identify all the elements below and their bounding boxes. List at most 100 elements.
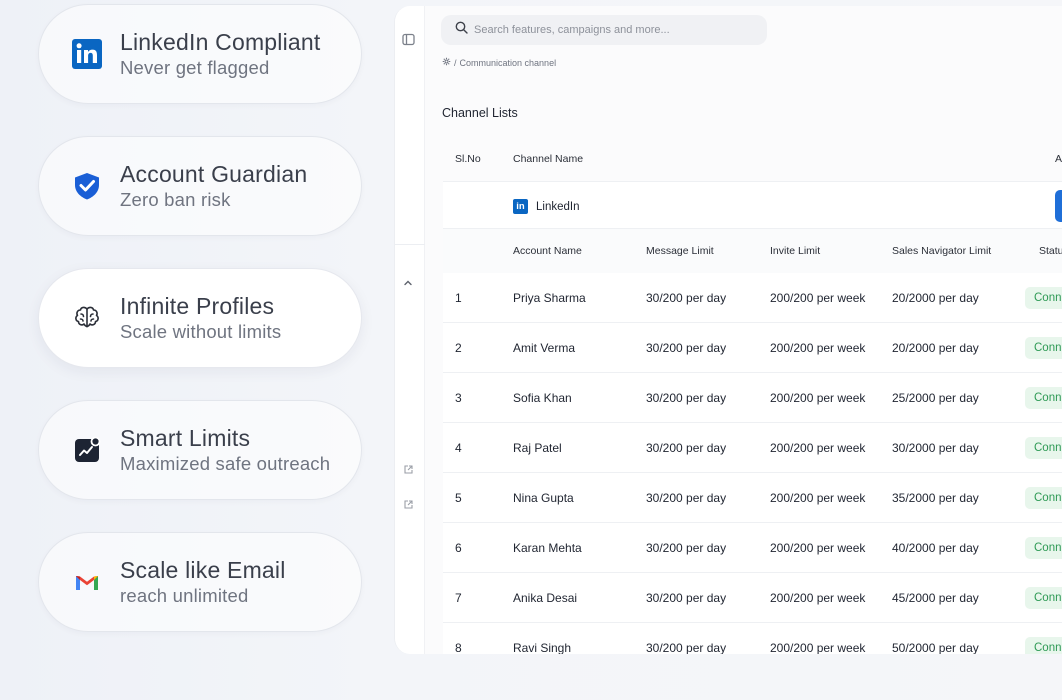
- row-sl-no: 7: [455, 591, 462, 605]
- sidebar-divider: [395, 244, 425, 245]
- table-row[interactable]: 4 Raj Patel 30/200 per day 200/200 per w…: [443, 423, 1062, 473]
- row-message-limit: 30/200 per day: [646, 541, 727, 555]
- header-account-name: Account Name: [513, 245, 582, 257]
- header-channel-name: Channel Name: [513, 153, 584, 165]
- header-sl-no: Sl.No: [455, 153, 481, 165]
- feature-subtitle: Zero ban risk: [120, 189, 231, 210]
- table-row[interactable]: 3 Sofia Khan 30/200 per day 200/200 per …: [443, 373, 1062, 423]
- header-message-limit: Message Limit: [646, 245, 714, 257]
- status-badge: Conn: [1025, 537, 1062, 559]
- accounts-header: Account Name Message Limit Invite Limit …: [443, 229, 1062, 273]
- status-badge: Conn: [1025, 637, 1062, 654]
- app-window: / Communication channel Channel Lists Sl…: [394, 6, 1062, 654]
- feature-subtitle: reach unlimited: [120, 585, 249, 606]
- row-invite-limit: 200/200 per week: [770, 441, 866, 455]
- status-badge: Conn: [1025, 437, 1062, 459]
- sidebar-toggle-icon[interactable]: [400, 33, 416, 50]
- row-invite-limit: 200/200 per week: [770, 541, 866, 555]
- brain-icon: [72, 303, 102, 333]
- chart-trend-icon: [72, 435, 102, 465]
- feature-linkedin-compliant[interactable]: LinkedIn Compliant Never get flagged: [38, 4, 362, 104]
- feature-title: LinkedIn Compliant: [120, 29, 321, 55]
- feature-title: Infinite Profiles: [120, 293, 275, 319]
- row-sl-no: 6: [455, 541, 462, 555]
- row-invite-limit: 200/200 per week: [770, 641, 866, 654]
- row-account-name: Anika Desai: [513, 591, 578, 605]
- row-message-limit: 30/200 per day: [646, 491, 727, 505]
- feature-subtitle: Scale without limits: [120, 321, 282, 342]
- row-invite-limit: 200/200 per week: [770, 491, 866, 505]
- channel-action-button[interactable]: [1055, 190, 1062, 222]
- linkedin-icon: [72, 39, 102, 69]
- row-account-name: Raj Patel: [513, 441, 562, 455]
- table-row[interactable]: 7 Anika Desai 30/200 per day 200/200 per…: [443, 573, 1062, 623]
- status-badge: Conn: [1025, 587, 1062, 609]
- breadcrumb-separator: /: [454, 57, 457, 68]
- row-account-name: Karan Mehta: [513, 541, 582, 555]
- header-invite-limit: Invite Limit: [770, 245, 821, 257]
- row-account-name: Amit Verma: [513, 341, 576, 355]
- channel-row-linkedin[interactable]: in LinkedIn: [443, 181, 1062, 229]
- channel-table: Sl.No Channel Name A in LinkedIn Account…: [443, 141, 1062, 654]
- row-sales-limit: 20/2000 per day: [892, 291, 979, 305]
- row-sales-limit: 40/2000 per day: [892, 541, 979, 555]
- search-bar[interactable]: [441, 15, 767, 45]
- feature-title: Account Guardian: [120, 161, 308, 187]
- row-sales-limit: 50/2000 per day: [892, 641, 979, 654]
- row-sales-limit: 25/2000 per day: [892, 391, 979, 405]
- row-account-name: Nina Gupta: [513, 491, 574, 505]
- external-link-icon[interactable]: [400, 464, 416, 478]
- row-sl-no: 2: [455, 341, 462, 355]
- feature-scale-like-email[interactable]: Scale like Email reach unlimited: [38, 532, 362, 632]
- row-message-limit: 30/200 per day: [646, 291, 727, 305]
- row-sl-no: 5: [455, 491, 462, 505]
- row-account-name: Sofia Khan: [513, 391, 572, 405]
- status-badge: Conn: [1025, 387, 1062, 409]
- table-header: Sl.No Channel Name A: [443, 141, 1062, 181]
- row-sl-no: 3: [455, 391, 462, 405]
- row-message-limit: 30/200 per day: [646, 341, 727, 355]
- table-row[interactable]: 2 Amit Verma 30/200 per day 200/200 per …: [443, 323, 1062, 373]
- page-title: Channel Lists: [442, 106, 518, 120]
- row-message-limit: 30/200 per day: [646, 391, 727, 405]
- row-message-limit: 30/200 per day: [646, 641, 727, 654]
- chevron-up-icon[interactable]: [400, 278, 416, 292]
- search-input[interactable]: [474, 24, 754, 36]
- gmail-icon: [72, 567, 102, 597]
- channel-name: LinkedIn: [536, 200, 580, 213]
- row-sales-limit: 20/2000 per day: [892, 341, 979, 355]
- feature-subtitle: Maximized safe outreach: [120, 453, 331, 474]
- feature-account-guardian[interactable]: Account Guardian Zero ban risk: [38, 136, 362, 236]
- external-link-icon[interactable]: [400, 499, 416, 513]
- breadcrumb: / Communication channel: [442, 57, 556, 68]
- table-row[interactable]: 6 Karan Mehta 30/200 per day 200/200 per…: [443, 523, 1062, 573]
- feature-infinite-profiles[interactable]: Infinite Profiles Scale without limits: [38, 268, 362, 368]
- row-invite-limit: 200/200 per week: [770, 341, 866, 355]
- row-account-name: Priya Sharma: [513, 291, 586, 305]
- feature-title: Smart Limits: [120, 425, 251, 451]
- linkedin-icon: in: [513, 199, 528, 214]
- row-invite-limit: 200/200 per week: [770, 591, 866, 605]
- status-badge: Conn: [1025, 337, 1062, 359]
- row-sl-no: 1: [455, 291, 462, 305]
- table-row[interactable]: 1 Priya Sharma 30/200 per day 200/200 pe…: [443, 273, 1062, 323]
- row-sales-limit: 45/2000 per day: [892, 591, 979, 605]
- row-invite-limit: 200/200 per week: [770, 391, 866, 405]
- row-message-limit: 30/200 per day: [646, 441, 727, 455]
- table-row[interactable]: 5 Nina Gupta 30/200 per day 200/200 per …: [443, 473, 1062, 523]
- row-sales-limit: 35/2000 per day: [892, 491, 979, 505]
- row-account-name: Ravi Singh: [513, 641, 572, 654]
- feature-subtitle: Never get flagged: [120, 57, 270, 78]
- row-sl-no: 4: [455, 441, 462, 455]
- header-status: Statu: [1039, 245, 1062, 257]
- settings-gear-icon[interactable]: [442, 57, 451, 68]
- feature-title: Scale like Email: [120, 557, 286, 583]
- breadcrumb-current[interactable]: Communication channel: [460, 58, 557, 68]
- search-icon: [455, 21, 468, 39]
- sidebar-rail: [395, 6, 425, 654]
- table-row[interactable]: 8 Ravi Singh 30/200 per day 200/200 per …: [443, 623, 1062, 654]
- row-sl-no: 8: [455, 641, 462, 654]
- row-sales-limit: 30/2000 per day: [892, 441, 979, 455]
- shield-check-icon: [72, 171, 102, 201]
- feature-smart-limits[interactable]: Smart Limits Maximized safe outreach: [38, 400, 362, 500]
